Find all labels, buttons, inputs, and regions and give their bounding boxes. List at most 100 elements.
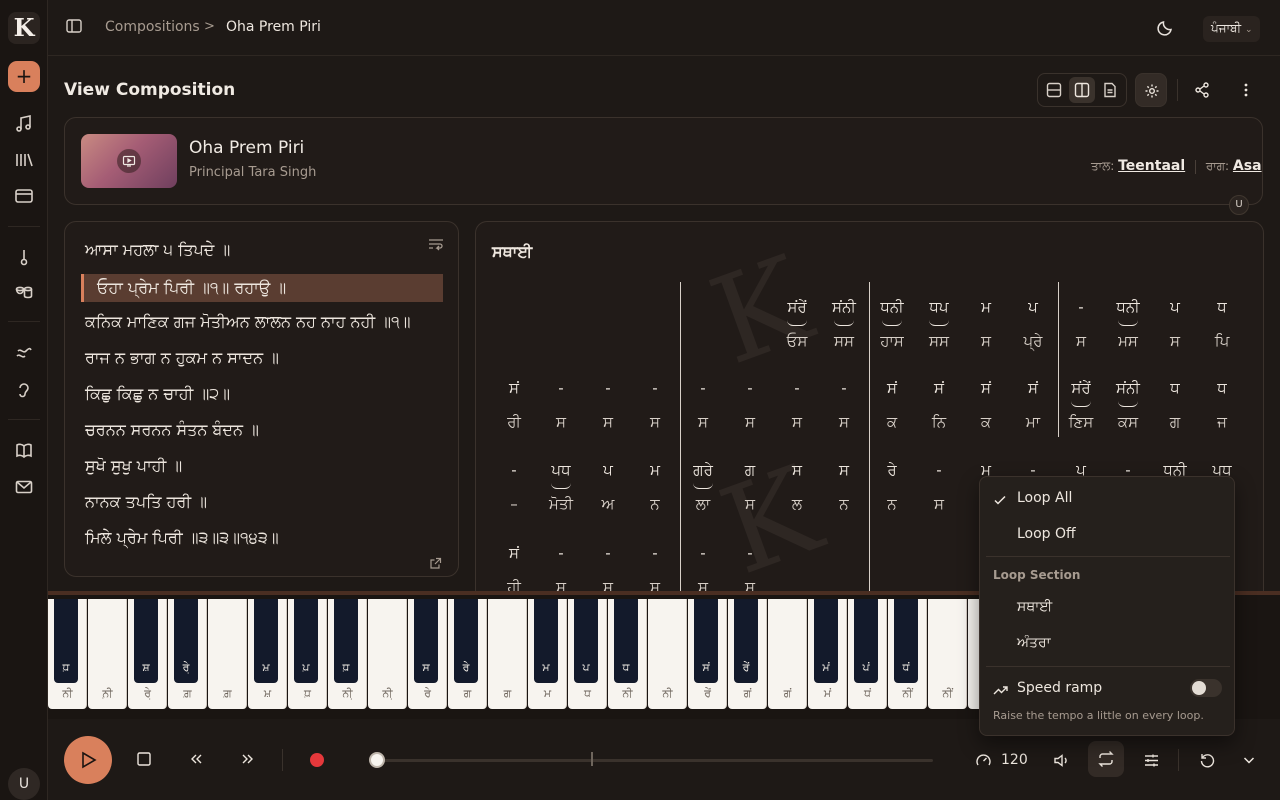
key-label: ਪ਼ (302, 661, 310, 674)
tabla-icon[interactable] (14, 283, 34, 303)
volume-icon[interactable] (1053, 752, 1070, 773)
raag-link[interactable]: Asa (1233, 158, 1262, 174)
seek-track[interactable] (377, 759, 933, 762)
piano-black-key[interactable]: ਸ (414, 599, 438, 683)
thermometer-icon[interactable] (14, 247, 34, 267)
swar-note: ਧ (1170, 379, 1180, 397)
piano-white-key[interactable]: ਗ਼ (208, 599, 247, 709)
swar-note: - (652, 379, 658, 397)
library-icon[interactable] (14, 150, 34, 170)
breadcrumb-compositions[interactable]: Compositions (105, 19, 200, 35)
lyric-line-active[interactable]: ਓਹਾ ਪ੍ਰੇਮ ਪਿਰੀ ॥੧॥ ਰਹਾਉ ॥ (81, 274, 443, 302)
lyric-line[interactable]: ਸੁਖੋ ਸੁਖੁ ਪਾਹੀ ॥ (85, 456, 182, 476)
language-select[interactable]: ਪੰਜਾਬੀ ⌄ (1203, 16, 1260, 42)
view-mode-group (1037, 73, 1127, 107)
piano-black-key[interactable]: ਧ (614, 599, 638, 683)
swar-note: - (558, 379, 564, 397)
stop-icon[interactable] (136, 751, 152, 771)
tempo-value[interactable]: 120 (1001, 752, 1028, 768)
lyric-line[interactable]: ਚਰਨਨ ਸਰਨਨ ਸੰਤਨ ਬੰਦਨ ॥ (85, 420, 259, 440)
piano-black-key[interactable]: ਧ਼ (54, 599, 78, 683)
lyric-line[interactable]: ਕਨਿਕ ਮਾਣਿਕ ਗਜ ਮੋਤੀਅਨ ਲਾਲਨ ਨਹ ਨਾਹ ਨਹੀ ॥੧॥ (85, 312, 411, 332)
meend-arc (882, 320, 902, 326)
piano-black-key[interactable]: ਮ਼ (254, 599, 278, 683)
piano-black-key[interactable]: ਧ਼ (334, 599, 358, 683)
swar-note: ਧਨੀ (1116, 298, 1140, 316)
new-composition-button[interactable]: + (8, 61, 40, 92)
piano-white-key[interactable]: ਗ (488, 599, 527, 709)
composition-thumbnail[interactable] (81, 134, 177, 188)
piano-white-key[interactable]: ਨੀ (648, 599, 687, 709)
music-note-icon[interactable] (14, 114, 34, 134)
sidebar-toggle-icon[interactable] (66, 18, 82, 34)
key-label: ਨੀਂ (902, 687, 913, 700)
tempo-gauge-icon[interactable] (975, 752, 992, 773)
bol-syllable: ਗ (1169, 413, 1181, 431)
lyric-line[interactable]: ਰਾਜ ਨ ਭਾਗ ਨ ਹੁਕਮ ਨ ਸਾਦਨ ॥ (85, 348, 279, 368)
taal-link[interactable]: Teentaal (1118, 158, 1185, 174)
meend-arc (1071, 401, 1091, 407)
piano-black-key[interactable]: ਸਂ (694, 599, 718, 683)
menu-item-loop-all[interactable]: Loop All (1017, 490, 1072, 506)
swar-note: ਮ (981, 298, 991, 316)
bol-syllable: ਸਸ (834, 332, 854, 350)
speed-ramp-label: Speed ramp (1017, 680, 1103, 696)
piano-white-key[interactable]: ਨੀਂ (928, 599, 967, 709)
piano-white-key[interactable]: ਗਂ (768, 599, 807, 709)
horizontal-split-icon[interactable] (1041, 77, 1067, 103)
external-link-icon[interactable] (429, 555, 442, 574)
piano-black-key[interactable]: ਪਂ (854, 599, 878, 683)
settings-button[interactable] (1135, 73, 1167, 107)
book-icon[interactable] (14, 441, 34, 461)
reset-icon[interactable] (1199, 752, 1216, 773)
chevron-down-icon[interactable] (1241, 752, 1257, 772)
video-icon[interactable] (117, 149, 141, 173)
piano-black-key[interactable]: ਮ (534, 599, 558, 683)
piano-white-key[interactable]: ਨ਼ੀ (88, 599, 127, 709)
lyric-line[interactable]: ਆਸਾ ਮਹਲਾ ੫ ਤਿਪਦੇ ॥ (85, 240, 230, 260)
lyric-line[interactable]: ਨਾਨਕ ਤਪਤਿ ਹਰੀ ॥ (85, 492, 207, 512)
key-label: ਨ਼ੀ (102, 687, 113, 700)
speed-ramp-toggle[interactable] (1190, 679, 1222, 697)
rewind-icon[interactable] (188, 751, 204, 771)
key-label: ਗਂ (743, 687, 752, 700)
fast-forward-icon[interactable] (240, 751, 256, 771)
ear-icon[interactable] (14, 380, 34, 400)
more-options-icon[interactable] (1238, 81, 1254, 103)
piano-black-key[interactable]: ਰੇ (454, 599, 478, 683)
lyric-line[interactable]: ਮਿਲੇ ਪ੍ਰੇਮ ਪਿਰੀ ॥੩॥੩॥੧੪੩॥ (85, 528, 279, 548)
menu-item-loop-off[interactable]: Loop Off (1017, 526, 1076, 542)
menu-item-section-antara[interactable]: ਅੰਤਰਾ (1017, 635, 1051, 651)
share-icon[interactable] (1193, 81, 1211, 103)
loop-button[interactable] (1088, 741, 1124, 777)
lyric-line[interactable]: ਕਿਛੁ ਕਿਛੁ ਨ ਚਾਹੀ ॥੨॥ (85, 384, 230, 404)
key-label: ਗਂ (783, 687, 792, 700)
piano-black-key[interactable]: ਰੇਂ (734, 599, 758, 683)
piano-black-key[interactable]: ਮਂ (814, 599, 838, 683)
tuning-fork-icon[interactable] (14, 343, 34, 363)
key-label: ਧ਼ (342, 661, 350, 674)
app-logo[interactable]: K (8, 12, 40, 44)
moon-icon[interactable] (1156, 19, 1174, 37)
vertical-split-icon[interactable] (1069, 77, 1095, 103)
piano-black-key[interactable]: ਧਂ (894, 599, 918, 683)
play-button[interactable] (64, 736, 112, 784)
bol-syllable: ਸ (745, 413, 755, 431)
mixer-icon[interactable] (1143, 752, 1160, 773)
record-button[interactable] (310, 753, 324, 767)
piano-black-key[interactable]: ਰੇ਼ (174, 599, 198, 683)
document-icon[interactable] (1097, 77, 1123, 103)
swar-note: ਸਂ (981, 379, 991, 397)
bol-syllable: ਰੀ (507, 413, 521, 431)
piano-black-key[interactable]: ਪ (574, 599, 598, 683)
seek-handle[interactable] (369, 752, 385, 768)
piano-black-key[interactable]: ਸ਼ (134, 599, 158, 683)
raag-label: ਰਾਗ: (1205, 159, 1230, 173)
mail-icon[interactable] (14, 477, 34, 497)
user-avatar[interactable]: U (8, 768, 40, 800)
piano-white-key[interactable]: ਨੀ਼ (368, 599, 407, 709)
piano-black-key[interactable]: ਪ਼ (294, 599, 318, 683)
text-wrap-icon[interactable] (428, 237, 444, 256)
card-icon[interactable] (14, 186, 34, 206)
menu-item-section-sthayi[interactable]: ਸਥਾਈ (1017, 599, 1052, 615)
